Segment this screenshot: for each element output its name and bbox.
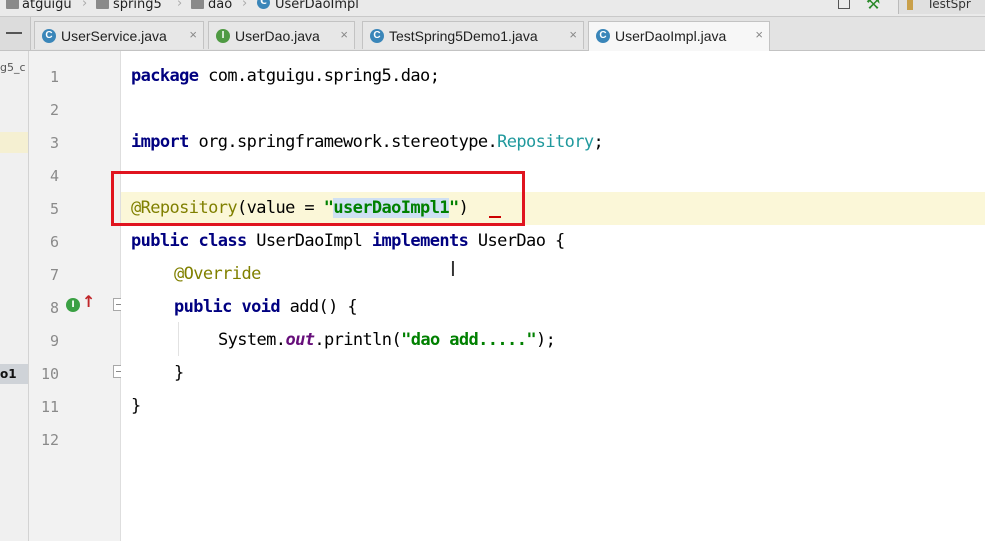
- tab-label: UserDaoImpl.java: [615, 28, 727, 44]
- code-line-11: }: [131, 390, 141, 423]
- code-text: ;: [593, 132, 604, 152]
- keyword: public void: [174, 297, 281, 317]
- code-line-1: package com.atguigu.spring5.dao;: [131, 60, 440, 93]
- build-hammer-icon[interactable]: ⚒: [866, 0, 880, 13]
- run-config-label: TestSpr: [927, 0, 971, 11]
- folder-icon: [6, 0, 19, 9]
- editor-tab-bar: C UserService.java × I UserDao.java × C …: [0, 17, 985, 51]
- tab-label: UserService.java: [61, 28, 167, 44]
- code-text: }: [131, 396, 141, 416]
- class-icon: C: [596, 29, 610, 43]
- run-config-selector[interactable]: TestSpr: [898, 0, 985, 14]
- breadcrumb-item-dao[interactable]: dao: [208, 0, 232, 12]
- static-field: out: [285, 330, 315, 350]
- line-number: 7: [49, 266, 59, 284]
- line-number: 10: [40, 365, 59, 383]
- code-line-8: public void add() {: [174, 291, 358, 324]
- code-text: UserDaoImpl: [246, 231, 372, 251]
- line-number: 4: [49, 167, 59, 185]
- class-icon: C: [370, 29, 384, 43]
- config-icon: [907, 0, 913, 10]
- interface-icon: I: [216, 29, 230, 43]
- class-icon: C: [257, 0, 270, 9]
- tab-userdao[interactable]: I UserDao.java ×: [208, 21, 355, 49]
- annotation: @Override: [174, 264, 261, 284]
- tab-testspring5demo1[interactable]: C TestSpring5Demo1.java ×: [362, 21, 584, 49]
- code-line-7: @Override: [174, 258, 261, 291]
- tab-label: TestSpring5Demo1.java: [389, 28, 538, 44]
- code-text: com.atguigu.spring5.dao;: [198, 66, 440, 86]
- code-text: );: [535, 330, 556, 350]
- code-line-3: import org.springframework.stereotype.Re…: [131, 126, 604, 159]
- minus-icon: [6, 32, 22, 34]
- code-line-10: }: [174, 357, 184, 390]
- line-number: 6: [49, 233, 59, 251]
- code-text: }: [174, 363, 184, 383]
- class-reference: Repository: [497, 132, 594, 152]
- class-icon: C: [42, 29, 56, 43]
- keyword: import: [131, 132, 189, 152]
- tab-userservice[interactable]: C UserService.java ×: [34, 21, 204, 49]
- project-panel[interactable]: g5_c o1: [0, 51, 29, 541]
- code-text: add() {: [279, 297, 358, 317]
- breadcrumb-item-userdaoimpl[interactable]: UserDaoImpl: [275, 0, 359, 12]
- line-number: 8: [49, 299, 59, 317]
- line-number: 3: [49, 134, 59, 152]
- tab-userdaoimpl[interactable]: C UserDaoImpl.java ×: [588, 21, 770, 51]
- breadcrumb-separator-icon: ›: [177, 0, 183, 11]
- code-line-9: System.out.println("dao add.....");: [218, 324, 556, 357]
- code-text: org.springframework.stereotype.: [188, 132, 498, 152]
- close-icon[interactable]: ×: [755, 27, 763, 42]
- close-icon[interactable]: ×: [189, 27, 197, 42]
- keyword: implements: [371, 231, 469, 251]
- breadcrumb-separator-icon: ›: [82, 0, 88, 11]
- run-config-icon[interactable]: [838, 0, 850, 9]
- indent-guide: [178, 322, 179, 356]
- breadcrumb-item-spring5[interactable]: spring5: [113, 0, 162, 12]
- code-text: .println(: [314, 330, 402, 350]
- line-number: 5: [49, 200, 59, 218]
- code-editor[interactable]: package com.atguigu.spring5.dao; import …: [121, 51, 985, 541]
- mouse-ibeam-cursor-icon: I: [450, 257, 456, 281]
- keyword: public class: [131, 231, 247, 251]
- implements-method-icon[interactable]: I: [66, 298, 80, 312]
- close-icon[interactable]: ×: [340, 27, 348, 42]
- folder-icon: [191, 0, 204, 9]
- breadcrumb-separator-icon: ›: [242, 0, 248, 11]
- tab-label: UserDao.java: [235, 28, 320, 44]
- editor-gutter[interactable]: 1 2 3 4 5 6 7 8 9 10 11 12: [29, 51, 121, 541]
- project-tree-item[interactable]: g5_c: [0, 61, 26, 74]
- line-number: 12: [40, 431, 59, 449]
- folder-icon: [96, 0, 109, 9]
- breadcrumb-item-atguigu[interactable]: atguigu: [22, 0, 72, 12]
- text-caret: [489, 216, 501, 218]
- close-icon[interactable]: ×: [569, 27, 577, 42]
- annotation-highlight-box: [111, 171, 525, 226]
- collapse-panel-button[interactable]: [0, 17, 31, 50]
- line-number: 9: [49, 332, 59, 350]
- code-line-6: public class UserDaoImpl implements User…: [131, 225, 565, 258]
- override-up-arrow-icon[interactable]: ↑: [82, 292, 95, 311]
- keyword: package: [131, 66, 199, 86]
- code-text: UserDao {: [468, 231, 565, 251]
- line-number: 2: [49, 101, 59, 119]
- project-tree-highlight: [0, 132, 28, 153]
- line-number: 11: [40, 398, 59, 416]
- line-number: 1: [49, 68, 59, 86]
- breadcrumb: atguigu › spring5 › dao › C UserDaoImpl …: [0, 0, 985, 17]
- string-literal: "dao add.....": [401, 330, 536, 350]
- code-text: System.: [218, 330, 286, 350]
- project-tree-item[interactable]: o1: [0, 367, 17, 381]
